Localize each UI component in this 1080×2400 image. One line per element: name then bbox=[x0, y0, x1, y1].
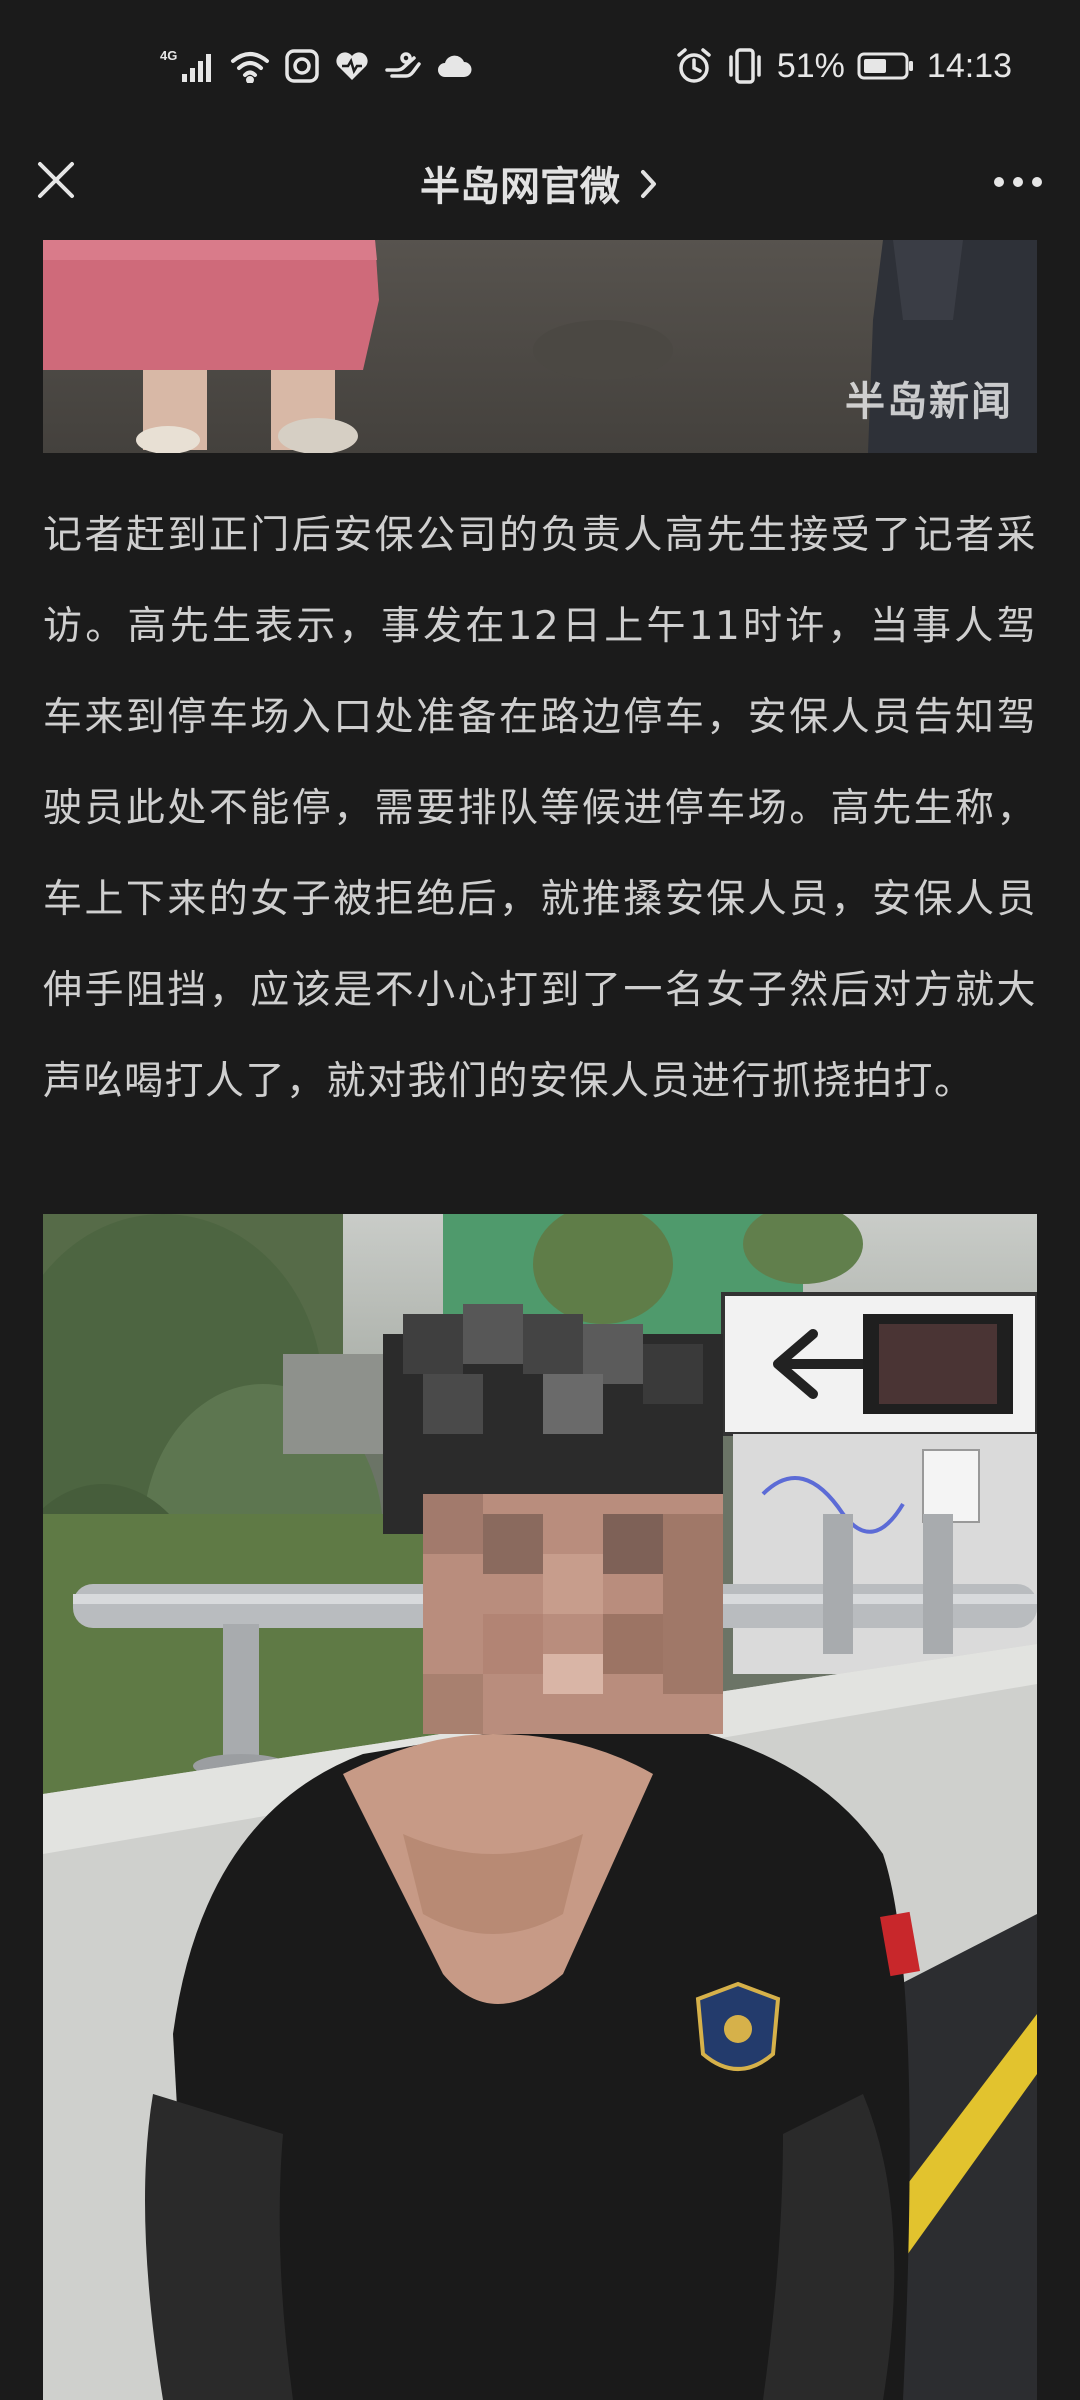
pixelated-face bbox=[383, 1304, 723, 1734]
article-content: 半岛新闻 记者赶到正门后安保公司的负责人高先生接受了记者采访。高先生表示，事发在… bbox=[43, 240, 1037, 2400]
wifi-icon bbox=[230, 49, 270, 83]
nav-bar: 半岛网官微 bbox=[0, 136, 1080, 236]
news-photo-top[interactable]: 半岛新闻 bbox=[43, 240, 1037, 453]
status-bar: 4G 51% 14:13 bbox=[0, 0, 1080, 136]
account-title-link[interactable]: 半岛网官微 bbox=[0, 154, 1080, 212]
network-type-label: 4G bbox=[160, 48, 177, 63]
clock-time: 14:13 bbox=[926, 46, 1012, 85]
status-icons-right: 51% 14:13 bbox=[675, 44, 1012, 88]
status-icons-left: 4G bbox=[160, 44, 472, 88]
battery-percent: 51% bbox=[776, 46, 845, 85]
alarm-icon bbox=[675, 47, 713, 85]
chevron-right-icon bbox=[638, 166, 660, 212]
payment-hand-icon bbox=[384, 50, 422, 82]
battery-icon bbox=[857, 51, 915, 81]
heart-health-icon bbox=[334, 50, 370, 82]
sync-app-icon bbox=[284, 48, 320, 84]
account-title: 半岛网官微 bbox=[420, 164, 621, 210]
cellular-signal-icon: 4G bbox=[160, 46, 216, 86]
cloud-icon bbox=[436, 53, 472, 79]
photo-watermark: 半岛新闻 bbox=[845, 379, 1013, 425]
more-options-button[interactable] bbox=[982, 154, 1054, 210]
vibrate-icon bbox=[725, 47, 765, 85]
article-paragraph: 记者赶到正门后安保公司的负责人高先生接受了记者采访。高先生表示，事发在12日上午… bbox=[43, 513, 1037, 1104]
news-photo-main[interactable] bbox=[43, 1214, 1037, 2400]
more-icon bbox=[994, 177, 1004, 187]
